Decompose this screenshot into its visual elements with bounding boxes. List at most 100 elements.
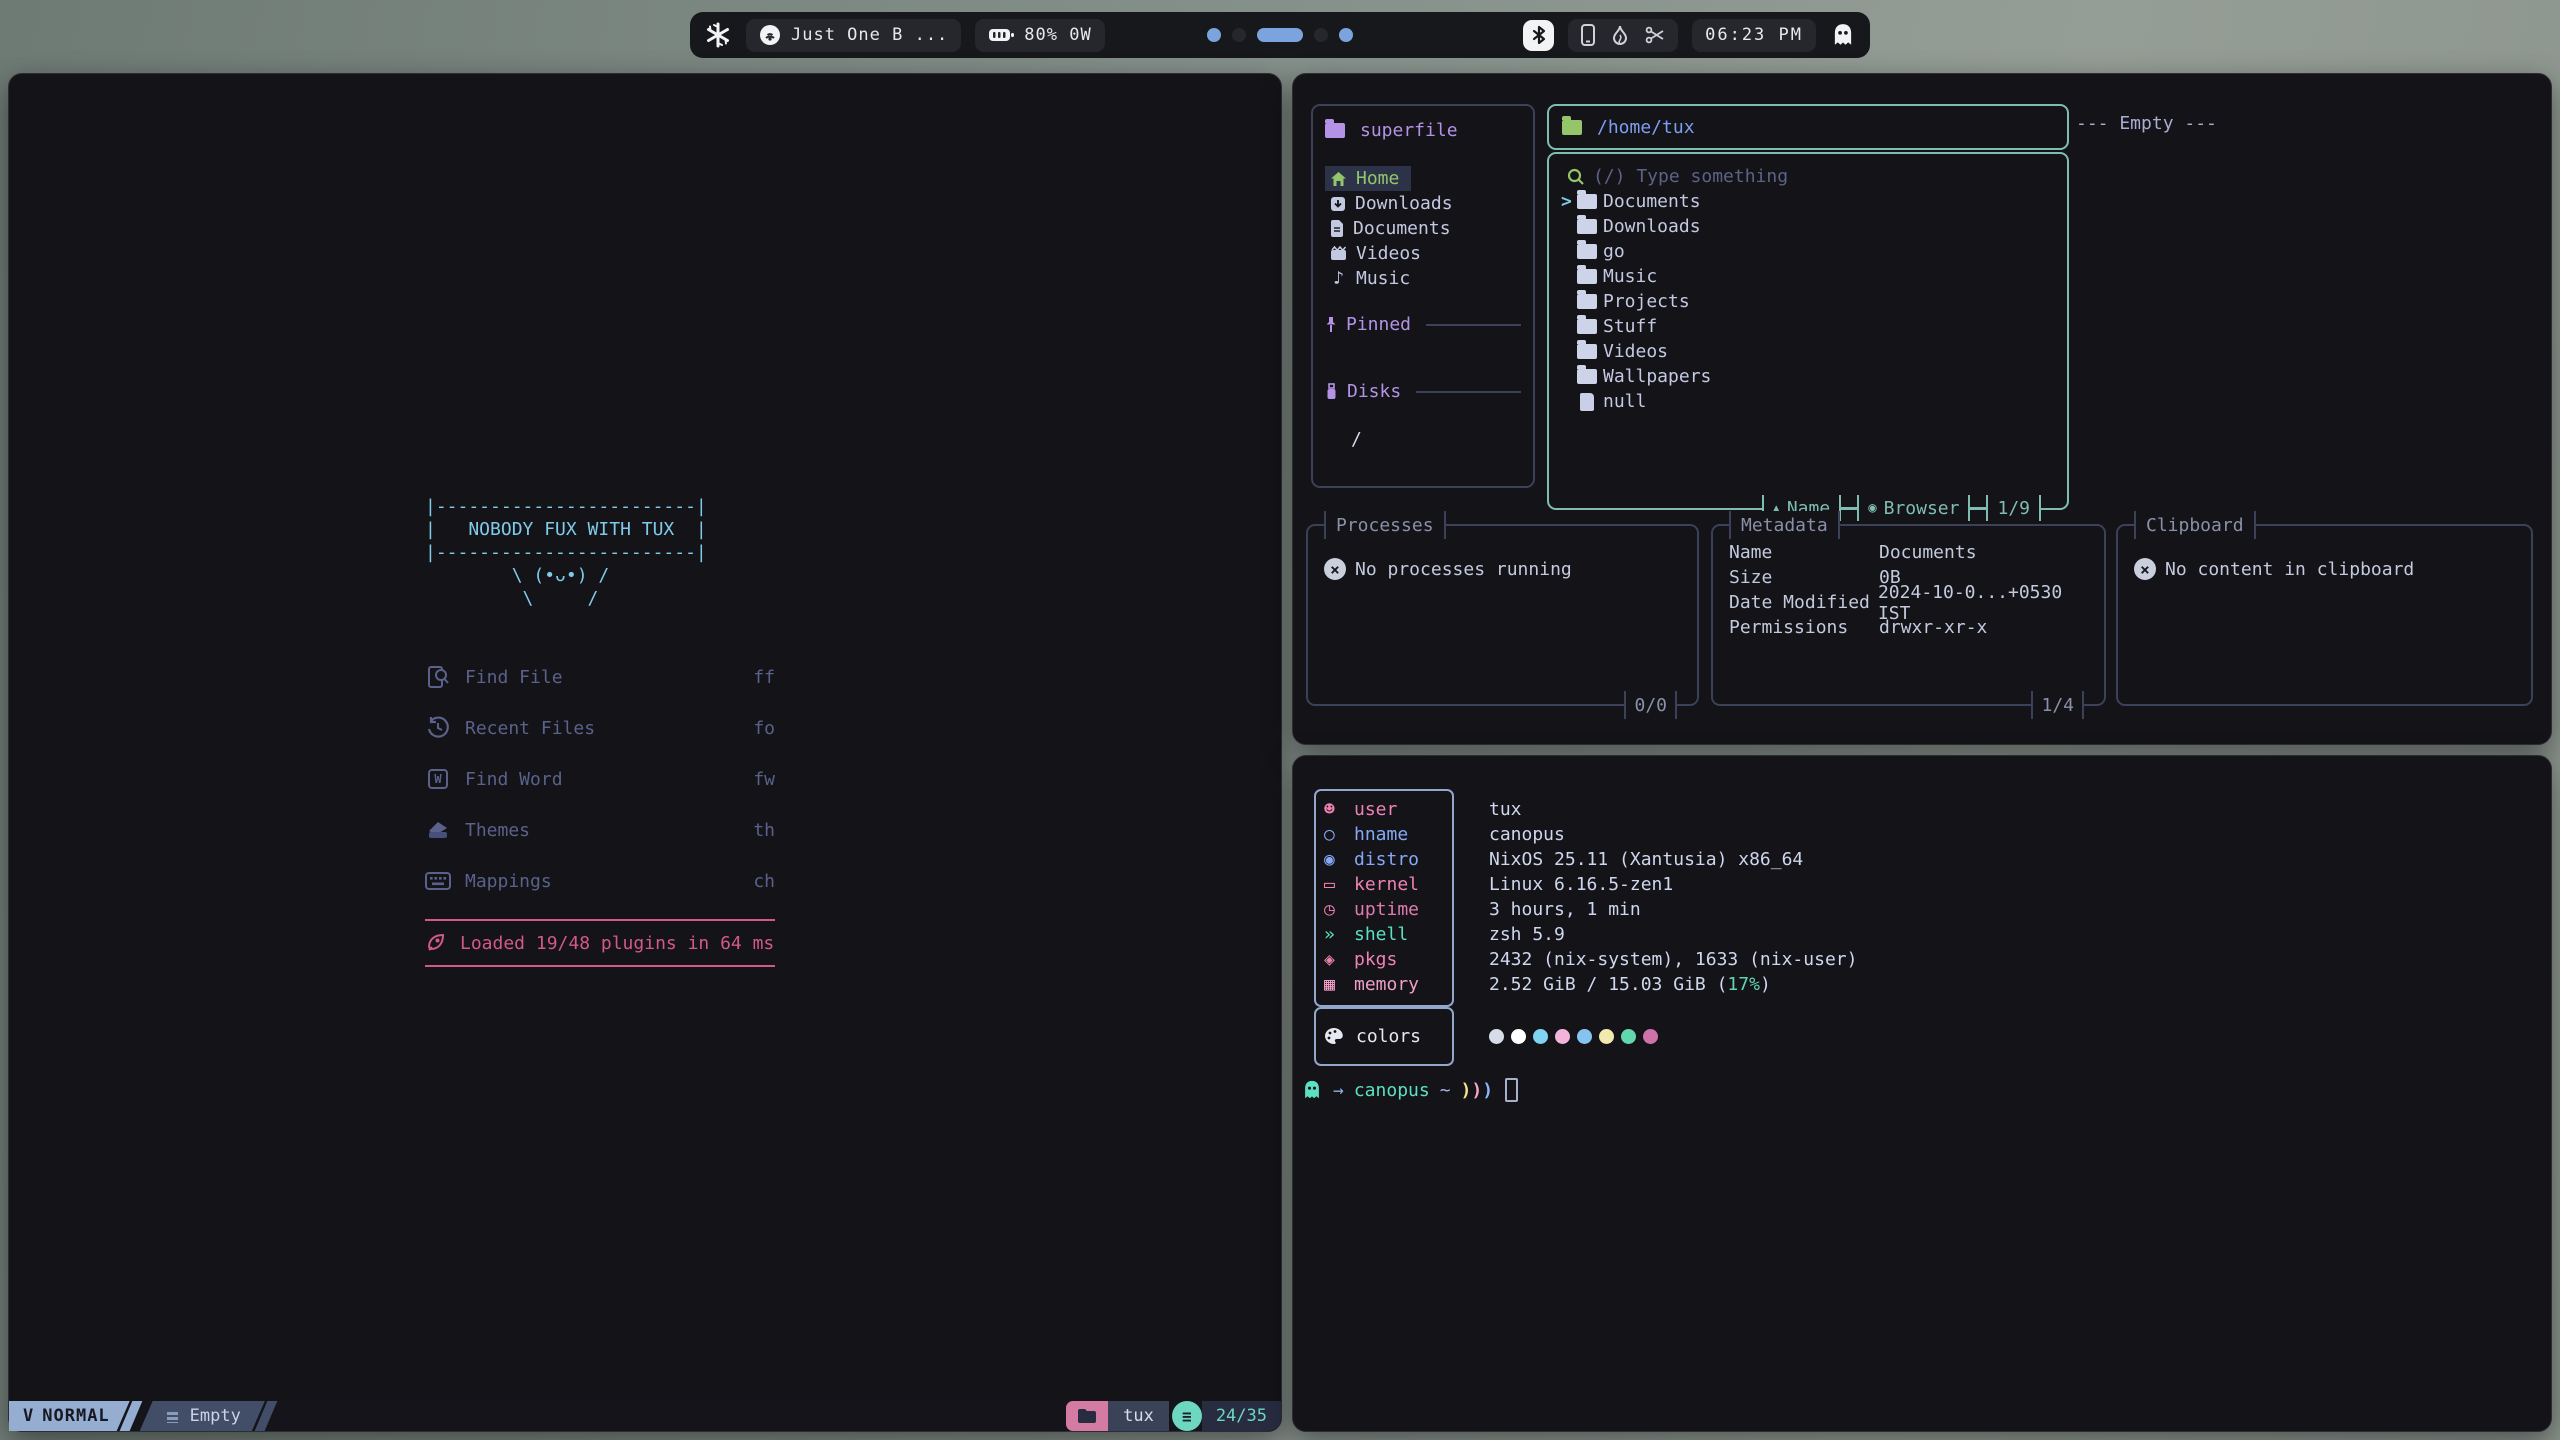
usb-disk-icon [1325,383,1338,400]
workspace-dot[interactable] [1314,28,1328,42]
divider [1970,507,1986,509]
clock[interactable]: 06:23 PM [1692,19,1816,52]
scissors-tray-icon[interactable] [1645,25,1665,45]
menu-item-themes[interactable]: Themes th [425,817,775,843]
home-icon [1330,171,1347,187]
workspace-indicators [1207,28,1353,42]
top-bar-right: 06:23 PM [1523,19,1856,52]
disk-root-item[interactable]: / [1325,429,1521,450]
processes-counter: 0/0 [1624,691,1677,719]
music-icon [759,24,781,46]
file-row[interactable]: > Videos [1561,339,2067,364]
file-row[interactable]: > Music [1561,264,2067,289]
prompt-chevron: ) [1461,1080,1470,1101]
metadata-title: Metadata [1729,511,1840,539]
menu-item-find-word[interactable]: Find Word fw [425,766,775,792]
fetch-row: ▦ memory 2.52 GiB / 15.03 GiB (17%) [1324,972,2424,997]
file-name: Music [1603,266,1657,287]
file-search-input[interactable]: (/) Type something [1567,164,2067,189]
fetch-row-icon: ☻ [1324,799,1354,820]
fetch-row: ▭ kernel Linux 6.16.5-zen1 [1324,872,2424,897]
sidebar-nav: Home Downloads Documents [1325,166,1521,291]
prompt-path: ~ [1440,1080,1451,1101]
terminal-cursor[interactable] [1505,1078,1518,1102]
phone-tray-icon[interactable] [1581,24,1595,46]
selection-chevron-icon: > [1561,191,1577,212]
mode-label: NORMAL [42,1406,109,1426]
file-row[interactable]: > null [1561,389,2067,414]
ghost-icon[interactable] [1830,22,1856,48]
workspace-dot[interactable] [1339,28,1353,42]
now-playing-pill[interactable]: Just One B ... [746,19,961,52]
history-icon [425,716,451,740]
menu-item-label: Find Word [465,769,753,790]
metadata-key: Size [1729,567,1879,588]
sidebar-item-music[interactable]: ♪ Music [1325,266,1521,291]
find-file-icon [425,665,451,689]
cross-circle-icon: × [1324,558,1346,580]
file-panel-path-bar: /home/tux [1547,104,2069,150]
file-row[interactable]: > Wallpapers [1561,364,2067,389]
file-type-icon [1577,369,1597,384]
panel-mode[interactable]: ◉Browser [1857,495,1970,521]
bluetooth-icon[interactable] [1523,20,1554,51]
search-icon [1567,168,1585,186]
file-icon [164,1407,181,1426]
keyboard-icon [425,872,451,890]
palette-icon [425,819,451,841]
sidebar-item-documents[interactable]: Documents [1325,216,1521,241]
fetch-row-value: tux [1489,799,1522,820]
menu-item-mappings[interactable]: Mappings ch [425,868,775,894]
menu-item-find-file[interactable]: Find File ff [425,664,775,690]
metadata-key: Permissions [1729,617,1879,638]
menu-item-shortcut: ff [753,667,775,688]
file-row[interactable]: > Downloads [1561,214,2067,239]
fastfetch-rows: ☻ user tux ○ hname canopus ◉ distro NixO… [1324,797,2424,997]
clipboard-title: Clipboard [2134,511,2256,539]
file-status-label: Empty [190,1406,241,1426]
top-bar: Just One B ... 80% 0W [690,12,1870,58]
metadata-row: Date Modified 2024-10-0...+0530 IST [1729,590,2104,615]
workspace-dot[interactable] [1232,28,1246,42]
sidebar-item-home[interactable]: Home [1325,166,1411,191]
battery-pill[interactable]: 80% 0W [975,19,1104,52]
menu-item-label: Mappings [465,871,753,892]
sidebar-item-videos[interactable]: Videos [1325,241,1521,266]
file-row[interactable]: > Stuff [1561,314,2067,339]
sidebar-item-downloads[interactable]: Downloads [1325,191,1521,216]
file-type-icon [1577,269,1597,284]
statusline-left: VNORMAL Empty [9,1401,271,1431]
workspace-dot[interactable] [1207,28,1221,42]
file-type-icon [1577,194,1597,209]
menu-item-recent-files[interactable]: Recent Files fo [425,715,775,741]
nixos-logo-icon[interactable] [704,21,732,49]
menu-item-shortcut: fw [753,769,775,790]
fetch-row-icon: ▭ [1324,874,1354,895]
statusline: VNORMAL Empty tux ≡ 24/35 [9,1401,1281,1431]
superfile-window: superfile Home Downloads [1292,73,2552,745]
file-row[interactable]: > Documents [1561,189,2067,214]
divider [1841,507,1857,509]
fetch-row-icon: ○ [1324,824,1354,845]
battery-label: 80% 0W [1024,25,1091,45]
metadata-key: Name [1729,542,1879,563]
palette-dot [1643,1029,1658,1044]
file-row[interactable]: > Projects [1561,289,2067,314]
metadata-panel: Metadata Name Documents Size 0B Date Mod… [1711,524,2106,706]
file-row[interactable]: > go [1561,239,2067,264]
superfile-title: superfile [1325,120,1521,141]
palette-icon [1324,1027,1344,1045]
menu-item-label: Find File [465,667,753,688]
workspace-dot[interactable] [1257,28,1303,42]
clipboard-empty-message: × No content in clipboard [2134,558,2531,580]
statusline-right: tux ≡ 24/35 [1066,1401,1281,1431]
fetch-row: ○ hname canopus [1324,822,2424,847]
battery-icon [988,27,1014,43]
current-path: /home/tux [1597,117,1695,138]
clock-label: 06:23 PM [1705,25,1803,45]
menu-item-shortcut: th [753,820,775,841]
mode-indicator: VNORMAL [9,1401,130,1431]
flame-tray-icon[interactable] [1611,24,1629,46]
metadata-counter: 1/4 [2031,691,2084,719]
palette-dot [1621,1029,1636,1044]
